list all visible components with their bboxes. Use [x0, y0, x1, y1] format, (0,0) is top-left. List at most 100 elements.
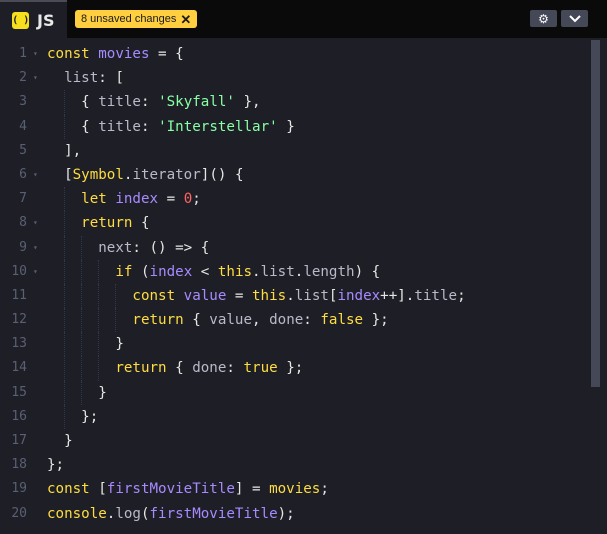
code-token: };: [277, 360, 304, 377]
code-lines: 1 ▾ const movies = {2 ▾ list: [3 { title: '…: [0, 42, 590, 526]
code-text: console.log(firstMovieTitle);: [47, 502, 295, 526]
chevron-down-icon: [568, 14, 581, 22]
code-line[interactable]: 12 return { value, done: false };: [0, 308, 590, 333]
code-token: index: [115, 191, 159, 208]
line-number: 14: [11, 360, 27, 376]
code-token: log: [115, 505, 141, 522]
code-line[interactable]: 3 { title: 'Skyfall' },: [0, 90, 590, 115]
code-token: =: [226, 287, 253, 304]
gear-icon: ⚙: [538, 11, 549, 26]
code-token: }: [115, 336, 124, 353]
code-line[interactable]: 7 let index = 0;: [0, 187, 590, 212]
code-token: =: [158, 191, 184, 208]
code-token: list: [294, 287, 329, 304]
line-number: 9: [19, 239, 27, 255]
line-number: 8: [19, 215, 27, 231]
code-token: ;: [192, 191, 201, 208]
code-text: return {: [47, 211, 149, 235]
settings-button[interactable]: ⚙: [530, 10, 557, 27]
line-number: 13: [11, 336, 27, 352]
code-line[interactable]: 16 };: [0, 404, 590, 429]
code-line[interactable]: 2 ▾ list: [: [0, 66, 590, 90]
unsaved-changes-badge[interactable]: 8 unsaved changes ✕: [75, 10, 198, 28]
code-text: };: [47, 453, 64, 477]
code-text: };: [47, 405, 98, 429]
code-editor[interactable]: 1 ▾ const movies = {2 ▾ list: [3 { title: '…: [0, 38, 607, 534]
code-token: list: [64, 70, 99, 87]
code-line[interactable]: 4 { title: 'Interstellar' }: [0, 114, 590, 139]
code-line[interactable]: 6 ▾ [Symbol.iterator]() {: [0, 163, 590, 187]
scrollbar-thumb[interactable]: [591, 40, 600, 387]
line-number: 5: [19, 142, 27, 158]
code-text: return { done: true };: [47, 356, 303, 380]
tab-js[interactable]: ( ) JS: [0, 0, 67, 38]
code-text: list: [: [47, 66, 124, 90]
line-number: 18: [11, 457, 27, 473]
code-line[interactable]: 18};: [0, 453, 590, 477]
fold-arrow-icon[interactable]: ▾: [33, 163, 38, 187]
code-token: (: [132, 263, 150, 280]
code-text: const value = this.list[index++].title;: [47, 284, 466, 308]
code-token: value: [209, 312, 253, 329]
code-text: next: () => {: [47, 236, 209, 260]
code-line[interactable]: 20 console.log(firstMovieTitle);: [0, 502, 590, 526]
code-token: }: [98, 384, 107, 401]
line-number: 11: [11, 287, 27, 303]
code-token: :: [226, 360, 244, 377]
code-text: if (index < this.list.length) {: [47, 260, 380, 284]
code-token: ],: [64, 142, 82, 159]
code-line[interactable]: 1 ▾ const movies = {: [0, 42, 590, 66]
code-line[interactable]: 14 return { done: true };: [0, 356, 590, 381]
code-token: console: [47, 505, 107, 522]
code-token: done: [269, 312, 304, 329]
fold-arrow-icon[interactable]: ▾: [33, 66, 38, 90]
code-token: [: [98, 481, 107, 498]
code-token: list: [260, 263, 295, 280]
fold-arrow-icon[interactable]: ▾: [33, 260, 38, 284]
code-token: if: [115, 263, 133, 280]
code-token: return: [115, 360, 167, 377]
code-line[interactable]: 8 ▾ return {: [0, 211, 590, 236]
code-token: :: [140, 94, 159, 111]
code-text: ],: [47, 139, 81, 163]
code-token: index: [337, 287, 381, 304]
code-text: const movies = {: [47, 42, 184, 66]
fold-arrow-icon[interactable]: ▾: [33, 236, 38, 260]
code-token: 'Interstellar': [158, 118, 278, 135]
code-token: iterator: [132, 166, 201, 183]
code-token: },: [234, 94, 261, 111]
code-line[interactable]: 5 ],: [0, 139, 590, 163]
fold-arrow-icon[interactable]: ▾: [33, 211, 38, 235]
code-line[interactable]: 15 }: [0, 380, 590, 405]
code-line[interactable]: 10 ▾ if (index < this.list.length) {: [0, 259, 590, 284]
fold-arrow-icon[interactable]: ▾: [33, 42, 38, 66]
code-line[interactable]: 9 ▾ next: () => {: [0, 235, 590, 260]
code-token: const: [132, 287, 184, 304]
code-token: movies: [269, 481, 321, 498]
code-token: = {: [149, 46, 184, 62]
code-token: ) {: [354, 263, 381, 280]
code-line[interactable]: 13 }: [0, 332, 590, 357]
collapse-button[interactable]: [561, 10, 588, 27]
code-token: ++].: [380, 287, 415, 304]
code-token: [: [64, 166, 73, 183]
code-token: };: [363, 312, 389, 329]
code-line[interactable]: 11 const value = this.list[index++].titl…: [0, 283, 590, 309]
code-token: ;: [320, 481, 329, 498]
code-line[interactable]: 19 const [firstMovieTitle] = movies;: [0, 477, 590, 501]
code-token: }: [64, 433, 73, 449]
close-icon[interactable]: ✕: [180, 13, 191, 26]
code-token: };: [81, 408, 99, 425]
code-token: next: [98, 239, 133, 256]
code-token: : () => {: [132, 239, 210, 256]
code-token: {: [81, 118, 99, 135]
code-token: (: [140, 505, 150, 522]
code-token: false: [320, 312, 364, 329]
code-text: { title: 'Skyfall' },: [47, 90, 261, 114]
code-text: let index = 0;: [47, 187, 201, 211]
code-token: let: [81, 191, 116, 208]
code-token: this: [217, 263, 253, 280]
code-line[interactable]: 17 }: [0, 429, 590, 453]
code-token: firstMovieTitle: [106, 481, 235, 498]
code-token: ;: [457, 287, 466, 304]
